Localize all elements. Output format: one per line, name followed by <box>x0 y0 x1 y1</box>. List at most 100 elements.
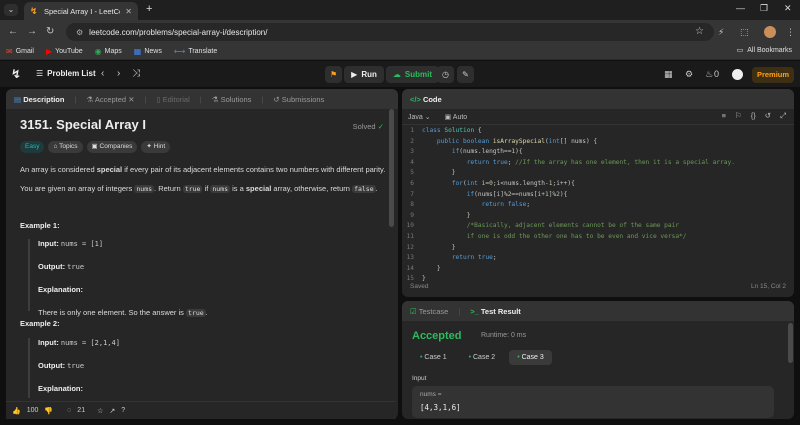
share-icon[interactable]: ↗ <box>109 407 115 415</box>
run-submit-group: ⚑ ▶ Run ☁ Submit <box>325 66 439 83</box>
example-1-heading: Example 1: <box>20 221 60 230</box>
prev-problem-button[interactable]: ‹ <box>101 68 104 79</box>
variable-name: nums = <box>420 391 442 398</box>
comment-icon[interactable]: ◌ <box>67 407 71 414</box>
description-scrollbar[interactable] <box>389 109 394 227</box>
shuffle-problem-button[interactable]: ⤨ <box>132 68 140 79</box>
code-tools: ≡ ⚐ {} ↺ ⤢ <box>722 111 786 121</box>
user-avatar[interactable] <box>732 69 743 80</box>
book-icon: ▯ <box>156 94 161 104</box>
input-value-box: nums = [4,3,1,6] <box>412 386 774 418</box>
verdict-text: Accepted <box>412 330 462 342</box>
tab-search-button[interactable]: ⌄ <box>4 4 18 16</box>
tab-description[interactable]: ▤ Description <box>14 95 64 104</box>
tab-accepted[interactable]: ⚗ Accepted ✕ <box>86 95 134 104</box>
check-circle-icon: ✓ <box>377 122 384 131</box>
problem-list-button[interactable]: ☰ Problem List <box>36 69 96 78</box>
bookmark-youtube[interactable]: ▶ YouTube <box>46 47 83 56</box>
language-select[interactable]: Java ⌄ <box>408 113 431 121</box>
case-2-tab[interactable]: • Case 2 <box>461 350 504 365</box>
description-tabs: ▤ Description | ⚗ Accepted ✕ | ▯ Editori… <box>6 89 398 109</box>
thumbs-down-icon[interactable]: 👎 <box>44 407 53 415</box>
description-paragraph-2: You are given an array of integers nums.… <box>20 184 378 193</box>
youtube-icon: ▶ <box>45 47 53 56</box>
code-panel: </> Code Java ⌄ ▣ Auto ≡ ⚐ {} ↺ ⤢ 1 class… <box>402 89 794 297</box>
all-bookmarks[interactable]: ▭ All Bookmarks <box>736 46 792 55</box>
back-button[interactable]: ← <box>8 26 18 37</box>
case-1-tab[interactable]: • Case 1 <box>412 350 455 365</box>
code-panel-header: </> Code <box>402 89 794 109</box>
news-icon: ▦ <box>133 47 142 56</box>
example-2-heading: Example 2: <box>20 319 60 328</box>
history-icon: ↺ <box>273 94 280 104</box>
bookmarks-bar: ✉ Gmail ▶ YouTube ◉ Maps ▦ News ⟷ Translate ▭… <box>0 44 800 60</box>
case-3-tab[interactable]: • Case 3 <box>509 350 552 365</box>
leetcode-logo-icon[interactable]: ↯ <box>11 68 23 81</box>
folder-icon: ▭ <box>736 47 744 54</box>
bookmark-news[interactable]: ▦ News <box>134 47 162 56</box>
tag-icon: ⌂ <box>53 143 58 150</box>
companies-tag[interactable]: ▣ Companies <box>86 141 138 153</box>
extensions-puzzle-icon[interactable]: ⬚ <box>740 27 749 38</box>
format-icon[interactable]: ≡ <box>722 111 726 121</box>
description-paragraph-1: An array is considered special if every … <box>20 165 386 174</box>
browser-menu-icon[interactable]: ⋮ <box>786 27 795 38</box>
close-tab-icon[interactable]: ✕ <box>128 95 134 104</box>
lightbulb-icon: ✦ <box>146 143 152 150</box>
tab-editorial[interactable]: ▯ Editorial <box>156 95 189 104</box>
debug-button[interactable]: ⚑ <box>325 66 343 83</box>
new-tab-button[interactable]: + <box>146 3 152 15</box>
close-tab-icon[interactable]: ✕ <box>125 7 132 16</box>
settings-gear-icon[interactable]: ⚙ <box>685 69 693 80</box>
lock-icon: ▣ <box>444 113 452 121</box>
problem-tags: Easy ⌂ Topics ▣ Companies ✦ Hint <box>20 141 171 153</box>
site-info-icon[interactable]: ⚙ <box>76 28 83 37</box>
minimize-button[interactable]: — <box>736 3 745 13</box>
bookmark-icon[interactable]: ⚐ <box>735 111 742 121</box>
code-editor[interactable]: 1 class Solution { 2 public boolean isArr… <box>402 126 794 285</box>
fullscreen-icon[interactable]: ⤢ <box>780 111 786 121</box>
problem-title: 3151. Special Array I <box>20 117 146 132</box>
hint-tag[interactable]: ✦ Hint <box>141 141 171 153</box>
bookmark-star-icon[interactable]: ☆ <box>695 26 704 37</box>
difficulty-badge: Easy <box>20 141 45 153</box>
maps-icon: ◉ <box>94 47 102 56</box>
close-window-button[interactable]: ✕ <box>784 3 792 14</box>
reload-button[interactable]: ↻ <box>46 26 54 37</box>
topics-tag[interactable]: ⌂ Topics <box>48 141 83 153</box>
browser-tab[interactable]: ↯ Special Array I - LeetCode ✕ <box>24 2 138 20</box>
auto-mode-toggle[interactable]: ▣ Auto <box>445 113 468 121</box>
tab-test-result[interactable]: >_ Test Result <box>470 307 521 316</box>
fire-icon[interactable]: ♨ <box>705 69 713 80</box>
thumbs-up-icon[interactable]: 👍 <box>12 407 21 415</box>
url-bar[interactable]: ⚙ leetcode.com/problems/special-array-i/… <box>66 23 714 41</box>
layout-icon[interactable]: ▦ <box>664 69 673 80</box>
help-icon[interactable]: ? <box>121 407 125 414</box>
bookmark-translate[interactable]: ⟷ Translate <box>174 47 217 56</box>
star-icon[interactable]: ☆ <box>97 407 103 415</box>
braces-icon[interactable]: {} <box>751 111 756 121</box>
premium-button[interactable]: Premium <box>752 67 794 83</box>
list-icon: ☰ <box>36 69 44 78</box>
forward-button[interactable]: → <box>27 26 37 37</box>
checkbox-icon: ☑ <box>410 306 417 316</box>
tab-submissions[interactable]: ↺ Submissions <box>273 95 324 104</box>
cursor-position: Ln 15, Col 2 <box>750 283 786 290</box>
timer-button[interactable]: ◷ <box>437 66 454 83</box>
example-1-block: Input: nums = [1] Output: true Explanati… <box>28 239 208 317</box>
extension-icon[interactable]: ⚡ <box>718 27 724 38</box>
run-button[interactable]: ▶ Run <box>344 66 384 83</box>
submit-button[interactable]: ☁ Submit <box>385 66 439 83</box>
reset-icon[interactable]: ↺ <box>765 111 771 121</box>
test-panel-scrollbar[interactable] <box>788 323 793 363</box>
profile-avatar[interactable] <box>764 26 776 38</box>
tab-title: Special Array I - LeetCode <box>44 6 120 16</box>
tab-solutions[interactable]: ⚗ Solutions <box>212 95 252 104</box>
notes-button[interactable]: ✎ <box>457 66 474 83</box>
bookmark-gmail[interactable]: ✉ Gmail <box>6 47 34 56</box>
tab-testcase[interactable]: ☑ Testcase <box>410 307 448 316</box>
play-icon: ▶ <box>351 70 358 79</box>
bookmark-maps[interactable]: ◉ Maps <box>95 47 122 56</box>
maximize-button[interactable]: ❐ <box>760 3 768 14</box>
next-problem-button[interactable]: › <box>117 68 120 79</box>
